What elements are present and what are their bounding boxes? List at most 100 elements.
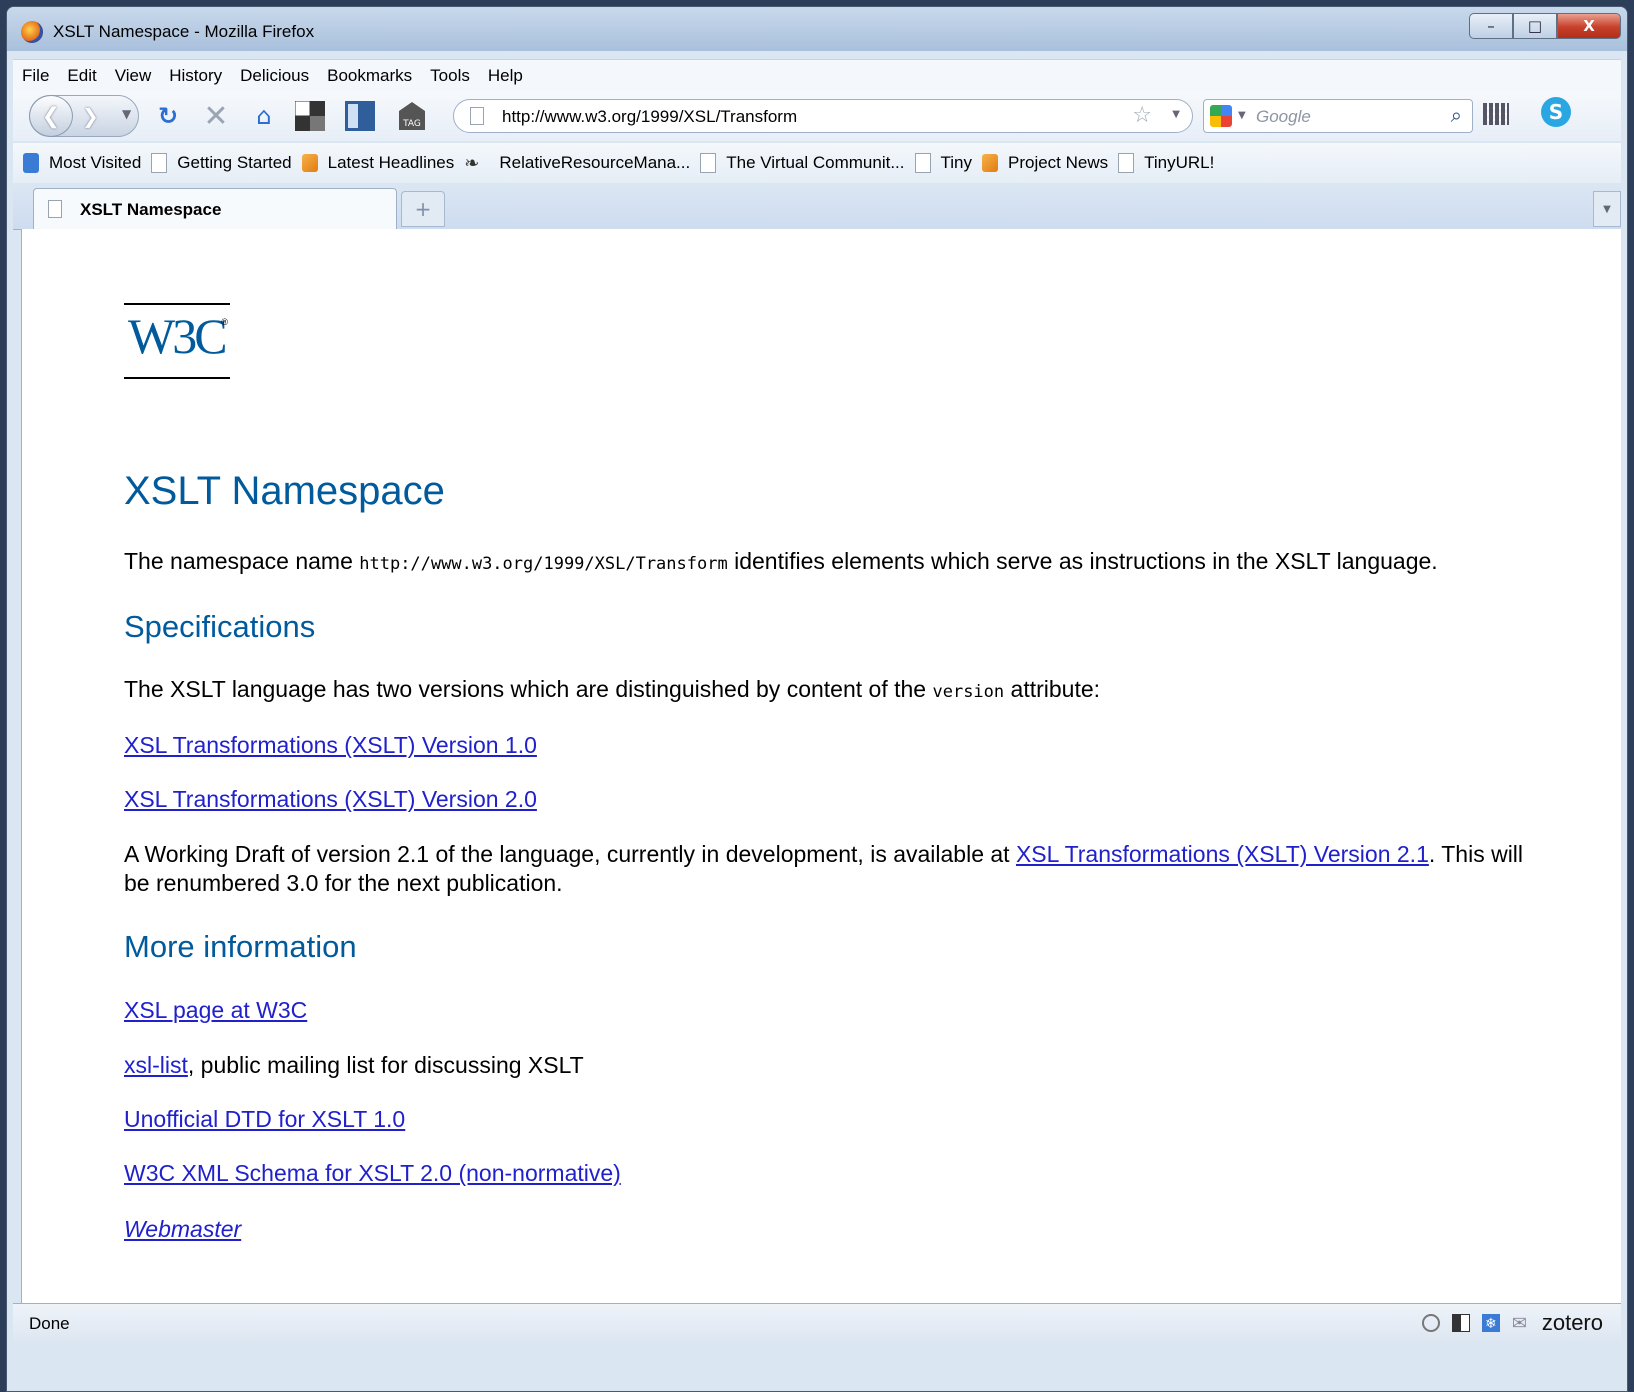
version-code: version xyxy=(932,682,1005,702)
maximize-button[interactable]: □ xyxy=(1513,13,1557,39)
bookmark-latest-headlines[interactable]: Latest Headlines xyxy=(301,153,455,173)
bookmark-project-news[interactable]: Project News xyxy=(982,153,1108,173)
xsl-list-text: , public mailing list for discussing XSL… xyxy=(187,1052,584,1078)
bookmark-label: TinyURL! xyxy=(1144,153,1215,172)
sync-icon[interactable] xyxy=(1421,1314,1440,1332)
menu-tools[interactable]: Tools xyxy=(421,66,479,86)
bookmark-relativeresource[interactable]: ❧ RelativeResourceMana... xyxy=(464,153,690,173)
stop-button[interactable]: ✕ xyxy=(201,98,231,134)
delicious-status-icon[interactable] xyxy=(1451,1314,1470,1332)
dtd-link[interactable]: Unofficial DTD for XSLT 1.0 xyxy=(124,1106,405,1132)
delicious-icon xyxy=(295,101,325,131)
intro-text-end: identifies elements which serve as instr… xyxy=(727,548,1438,574)
back-arrow-icon: ❮ xyxy=(41,103,61,129)
schema-link[interactable]: W3C XML Schema for XSLT 2.0 (non-normati… xyxy=(124,1160,621,1186)
bookmark-tiny[interactable]: Tiny xyxy=(914,153,973,173)
back-forward-group: ❮ ❯ ▼ xyxy=(29,95,139,137)
bookmark-tinyurl[interactable]: TinyURL! xyxy=(1118,153,1214,173)
xslt-v21-link[interactable]: XSL Transformations (XSLT) Version 2.1 xyxy=(1016,841,1429,867)
link-paragraph-schema: W3C XML Schema for XSLT 2.0 (non-normati… xyxy=(124,1159,621,1188)
xsl-list-link[interactable]: xsl-list xyxy=(124,1052,188,1078)
engine-dropdown-icon[interactable]: ▼ xyxy=(1238,110,1246,121)
close-button[interactable]: X xyxy=(1557,13,1621,39)
bookmarks-toolbar: Most Visited Getting Started Latest Head… xyxy=(13,143,1621,183)
bookmark-star-icon[interactable]: ☆ xyxy=(1132,103,1152,128)
search-input[interactable]: Google xyxy=(1256,107,1311,127)
url-input[interactable]: http://www.w3.org/1999/XSL/Transform xyxy=(502,107,797,127)
status-bar: Done ❄ ✉ zotero xyxy=(13,1303,1621,1342)
search-icon[interactable]: ⌕ xyxy=(1451,103,1462,127)
history-dropdown-icon[interactable]: ▼ xyxy=(122,107,131,121)
intro-paragraph: The namespace name http://www.w3.org/199… xyxy=(124,547,1438,579)
tab-strip: XSLT Namespace + ▼ xyxy=(13,185,1621,230)
menu-edit[interactable]: Edit xyxy=(58,66,105,86)
intro-text: The namespace name xyxy=(124,548,360,574)
xslt-v2-link[interactable]: XSL Transformations (XSLT) Version 2.0 xyxy=(124,786,537,812)
grid-addon-icon[interactable] xyxy=(1483,103,1509,125)
w3c-logo[interactable]: W3C ® xyxy=(124,303,230,379)
tag-icon: TAG xyxy=(399,102,425,130)
reload-icon: ↻ xyxy=(157,102,179,130)
xsl-page-link[interactable]: XSL page at W3C xyxy=(124,997,307,1023)
svg-text:TAG: TAG xyxy=(402,119,421,129)
reload-button[interactable]: ↻ xyxy=(153,101,183,131)
menu-history[interactable]: History xyxy=(160,66,231,86)
bookmark-virtual-community[interactable]: The Virtual Communit... xyxy=(700,153,905,173)
bookmark-label: Tiny xyxy=(940,153,973,172)
menu-bookmarks[interactable]: Bookmarks xyxy=(318,66,421,86)
delicious-button[interactable] xyxy=(295,101,325,131)
page-icon xyxy=(48,200,62,218)
rss-feed-icon xyxy=(982,154,998,172)
mail-icon[interactable]: ✉ xyxy=(1512,1314,1530,1332)
link-paragraph-v1: XSL Transformations (XSLT) Version 1.0 xyxy=(124,731,537,760)
bookmark-getting-started[interactable]: Getting Started xyxy=(151,153,292,173)
google-engine-icon[interactable] xyxy=(1210,105,1232,127)
forward-button[interactable]: ❯ xyxy=(82,104,99,128)
site-page-icon xyxy=(470,107,484,125)
status-text: Done xyxy=(29,1314,70,1333)
webmaster-link[interactable]: Webmaster xyxy=(124,1216,241,1242)
menu-view[interactable]: View xyxy=(106,66,161,86)
stop-icon: ✕ xyxy=(203,98,229,134)
snowflake-icon[interactable]: ❄ xyxy=(1481,1314,1500,1332)
url-dropdown-icon[interactable]: ▼ xyxy=(1172,109,1180,120)
home-button[interactable]: ⌂ xyxy=(249,101,279,131)
address-bar[interactable]: http://www.w3.org/1999/XSL/Transform ☆ ▼ xyxy=(453,99,1193,133)
window-controls: – □ X xyxy=(1469,13,1621,39)
skype-icon[interactable]: S xyxy=(1541,97,1571,127)
menu-help[interactable]: Help xyxy=(479,66,532,86)
page-content: W3C ® XSLT Namespace The namespace name … xyxy=(21,229,1621,1303)
spec-text: The XSLT language has two versions which… xyxy=(124,676,933,702)
most-visited-icon xyxy=(23,153,39,173)
relativeresource-icon: ❧ xyxy=(464,153,480,173)
zotero-button[interactable]: zotero xyxy=(1542,1310,1603,1336)
search-bar[interactable]: ▼ Google ⌕ xyxy=(1203,99,1473,133)
menu-file[interactable]: File xyxy=(13,66,58,86)
spec-text-end: attribute: xyxy=(1004,676,1101,702)
xsl-list-paragraph: xsl-list, public mailing list for discus… xyxy=(124,1051,584,1080)
bookmark-most-visited[interactable]: Most Visited xyxy=(23,153,141,173)
bookmarks-sidebar-button[interactable] xyxy=(345,101,375,131)
bookmark-label: Getting Started xyxy=(177,153,292,172)
link-paragraph-webmaster: Webmaster xyxy=(124,1215,241,1244)
specifications-heading: Specifications xyxy=(124,609,316,644)
menu-delicious[interactable]: Delicious xyxy=(231,66,318,86)
back-button[interactable]: ❮ xyxy=(29,95,73,137)
bookmark-label: Most Visited xyxy=(49,153,142,172)
tab-list-dropdown-icon[interactable]: ▼ xyxy=(1593,191,1621,227)
bookmark-label: Latest Headlines xyxy=(327,153,455,172)
xslt-v1-link[interactable]: XSL Transformations (XSLT) Version 1.0 xyxy=(124,732,537,758)
home-icon: ⌂ xyxy=(256,102,272,130)
window-title: XSLT Namespace - Mozilla Firefox xyxy=(53,22,315,41)
minimize-button[interactable]: – xyxy=(1469,13,1513,39)
tag-button[interactable]: TAG xyxy=(397,101,427,131)
draft-paragraph: A Working Draft of version 2.1 of the la… xyxy=(124,840,1544,898)
menu-bar: File Edit View History Delicious Bookmar… xyxy=(13,59,1621,92)
new-tab-button[interactable]: + xyxy=(401,191,445,227)
tab-xslt-namespace[interactable]: XSLT Namespace xyxy=(33,188,397,230)
page-icon xyxy=(151,153,168,173)
draft-text: A Working Draft of version 2.1 of the la… xyxy=(124,841,1016,867)
page-icon xyxy=(914,153,931,173)
bookmark-label: RelativeResourceMana... xyxy=(499,153,691,172)
link-paragraph-xsl-page: XSL page at W3C xyxy=(124,996,307,1025)
